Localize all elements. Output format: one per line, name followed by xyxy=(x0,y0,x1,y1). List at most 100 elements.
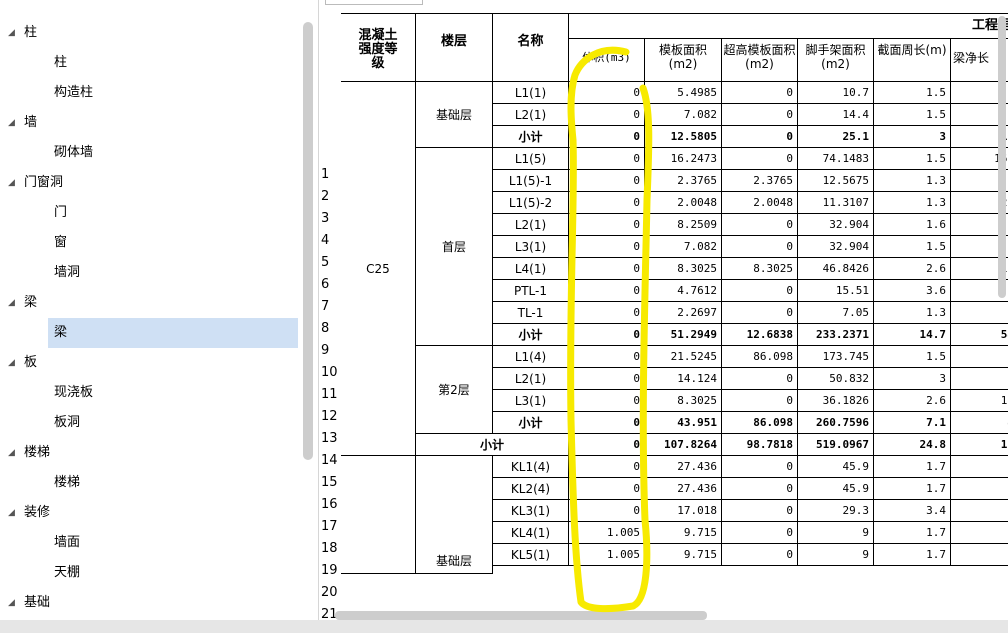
per-cell[interactable]: 1.3 xyxy=(874,302,951,324)
row-number[interactable]: 11 xyxy=(319,384,343,406)
row-number[interactable]: 9 xyxy=(319,340,343,362)
expand-arrow-icon[interactable]: ◢ xyxy=(8,108,15,138)
sc-cell[interactable]: 14.4 xyxy=(798,104,874,126)
fw-cell[interactable]: 27.436 xyxy=(645,456,722,478)
expand-arrow-icon[interactable]: ◢ xyxy=(8,18,15,48)
bl-cell[interactable]: 2 xyxy=(951,456,1008,478)
row-number[interactable]: 8 xyxy=(319,318,343,340)
per-cell[interactable]: 1.6 xyxy=(874,214,951,236)
sc-cell[interactable]: 519.0967 xyxy=(798,434,874,456)
row-number[interactable]: 16 xyxy=(319,494,343,516)
sc-cell[interactable]: 32.904 xyxy=(798,214,874,236)
fw-cell[interactable]: 14.124 xyxy=(645,368,722,390)
per-cell[interactable]: 3 xyxy=(874,126,951,148)
tree-item-13[interactable]: 板洞 xyxy=(0,408,300,438)
sc-cell[interactable]: 45.9 xyxy=(798,478,874,500)
bl-cell[interactable] xyxy=(951,500,1008,522)
per-cell[interactable]: 1.3 xyxy=(874,170,951,192)
tree-category-9[interactable]: ◢ 梁 xyxy=(0,288,300,318)
bl-cell[interactable]: 2 xyxy=(951,478,1008,500)
hfw-cell[interactable]: 0 xyxy=(722,148,798,170)
vol-cell[interactable]: 0 xyxy=(569,104,645,126)
name-cell[interactable]: L1(5)-1 xyxy=(493,170,569,192)
name-cell[interactable]: 小计 xyxy=(493,126,569,148)
fw-cell[interactable]: 8.3025 xyxy=(645,258,722,280)
row-number[interactable]: 17 xyxy=(319,516,343,538)
name-cell[interactable]: L1(5)-2 xyxy=(493,192,569,214)
vol-cell[interactable]: 0 xyxy=(569,346,645,368)
vol-cell[interactable]: 0 xyxy=(569,302,645,324)
fw-cell[interactable]: 43.951 xyxy=(645,412,722,434)
hfw-cell[interactable]: 0 xyxy=(722,126,798,148)
expand-arrow-icon[interactable]: ◢ xyxy=(8,348,15,378)
per-cell[interactable]: 1.5 xyxy=(874,236,951,258)
hfw-cell[interactable]: 0 xyxy=(722,302,798,324)
name-cell[interactable]: KL2(4) xyxy=(493,478,569,500)
sc-cell[interactable]: 36.1826 xyxy=(798,390,874,412)
vol-cell[interactable]: 0 xyxy=(569,258,645,280)
hfw-cell[interactable]: 0 xyxy=(722,236,798,258)
expand-arrow-icon[interactable]: ◢ xyxy=(8,168,15,198)
row-number[interactable]: 4 xyxy=(319,230,343,252)
per-cell[interactable]: 1.5 xyxy=(874,148,951,170)
name-cell[interactable]: KL1(4) xyxy=(493,456,569,478)
name-cell[interactable]: L2(1) xyxy=(493,104,569,126)
row-number[interactable]: 19 xyxy=(319,560,343,582)
row-number[interactable]: 14 xyxy=(319,450,343,472)
hfw-cell[interactable]: 0 xyxy=(722,280,798,302)
vol-cell[interactable]: 0 xyxy=(569,192,645,214)
name-cell[interactable]: L1(1) xyxy=(493,82,569,104)
per-cell[interactable]: 24.8 xyxy=(874,434,951,456)
component-tree[interactable]: ◢ 柱柱构造柱 ◢ 墙砌体墙 ◢ 门窗洞门窗墙洞 ◢ 梁梁 ◢ 板现浇板 板洞 ◢ 楼梯 楼梯 ◢ 装修 墙面天… xyxy=(0,0,319,620)
per-cell[interactable]: 1.5 xyxy=(874,82,951,104)
per-cell[interactable]: 14.7 xyxy=(874,324,951,346)
fw-cell[interactable]: 5.4985 xyxy=(645,82,722,104)
row-number[interactable]: 18 xyxy=(319,538,343,560)
floor-cell[interactable]: 基础层 xyxy=(416,456,493,574)
hfw-cell[interactable]: 0 xyxy=(722,544,798,566)
vol-cell[interactable]: 0 xyxy=(569,500,645,522)
expand-arrow-icon[interactable]: ◢ xyxy=(8,288,15,318)
row-number[interactable]: 3 xyxy=(319,208,343,230)
hfw-cell[interactable]: 8.3025 xyxy=(722,258,798,280)
grid-vertical-scrollbar[interactable] xyxy=(998,16,1006,298)
name-cell[interactable]: 小计 xyxy=(493,412,569,434)
tree-item-8[interactable]: 墙洞 xyxy=(0,258,300,288)
hfw-cell[interactable]: 0 xyxy=(722,390,798,412)
vol-cell[interactable]: 0 xyxy=(569,280,645,302)
sc-cell[interactable]: 29.3 xyxy=(798,500,874,522)
vol-cell[interactable]: 0 xyxy=(569,456,645,478)
floor-cell[interactable]: 第2层 xyxy=(416,346,493,434)
name-cell[interactable]: KL5(1) xyxy=(493,544,569,566)
bl-cell[interactable]: 10 xyxy=(951,390,1008,412)
per-cell[interactable]: 1.5 xyxy=(874,104,951,126)
name-cell[interactable]: PTL-1 xyxy=(493,280,569,302)
name-cell[interactable]: 小计 xyxy=(493,324,569,346)
hfw-cell[interactable]: 0 xyxy=(722,522,798,544)
name-cell[interactable]: L2(1) xyxy=(493,214,569,236)
fw-cell[interactable]: 107.8264 xyxy=(645,434,722,456)
bl-cell[interactable]: 4 xyxy=(951,412,1008,434)
name-cell[interactable]: L1(5) xyxy=(493,148,569,170)
row-number[interactable]: 5 xyxy=(319,252,343,274)
expand-arrow-icon[interactable]: ◢ xyxy=(8,588,15,618)
hfw-cell[interactable]: 86.098 xyxy=(722,412,798,434)
fw-cell[interactable]: 16.2473 xyxy=(645,148,722,170)
tree-category-3[interactable]: ◢ 墙 xyxy=(0,108,300,138)
tree-category-19[interactable]: ◢ 基础 xyxy=(0,588,300,618)
bl-cell[interactable] xyxy=(951,368,1008,390)
name-cell[interactable]: L3(1) xyxy=(493,390,569,412)
tree-vertical-scrollbar[interactable] xyxy=(303,22,313,460)
fw-cell[interactable]: 9.715 xyxy=(645,544,722,566)
name-cell[interactable]: KL4(1) xyxy=(493,522,569,544)
sc-cell[interactable]: 74.1483 xyxy=(798,148,874,170)
tree-item-12[interactable]: 现浇板 xyxy=(0,378,300,408)
fw-cell[interactable]: 17.018 xyxy=(645,500,722,522)
sc-cell[interactable]: 46.8426 xyxy=(798,258,874,280)
hfw-cell[interactable]: 2.0048 xyxy=(722,192,798,214)
hfw-cell[interactable]: 0 xyxy=(722,478,798,500)
vol-cell[interactable]: 1.005 xyxy=(569,522,645,544)
vol-cell[interactable]: 0 xyxy=(569,214,645,236)
row-number[interactable]: 13 xyxy=(319,428,343,450)
row-number[interactable]: 15 xyxy=(319,472,343,494)
